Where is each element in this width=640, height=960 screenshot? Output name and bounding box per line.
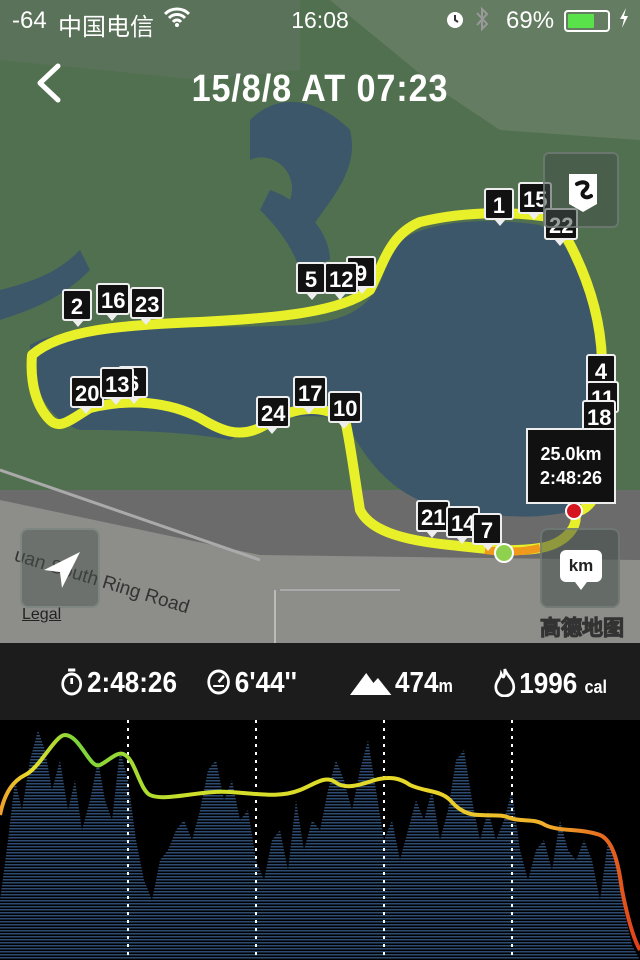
stats-bar: 2:48:26 6'44'' 474m 1996 cal xyxy=(0,643,640,720)
route-layer-icon xyxy=(569,174,597,212)
duration-value: 2:48:26 xyxy=(87,667,177,699)
km-marker[interactable]: 17 xyxy=(293,376,328,414)
calories-value: 1996 xyxy=(519,668,578,700)
start-point xyxy=(494,543,514,563)
battery-icon xyxy=(564,10,610,32)
chart-svg xyxy=(0,720,640,960)
elevation-unit: m xyxy=(438,676,453,696)
pace-stat: 6'44'' xyxy=(206,667,297,700)
elevation-value: 474 xyxy=(395,667,439,699)
unit-toggle-button[interactable]: km xyxy=(540,528,620,608)
km-marker[interactable]: 12 xyxy=(324,262,359,300)
km-marker[interactable]: 23 xyxy=(130,287,165,325)
km-marker[interactable]: 7 xyxy=(472,513,502,551)
calories-unit: cal xyxy=(584,677,608,697)
alarm-icon xyxy=(444,8,466,37)
km-marker[interactable]: 16 xyxy=(96,283,131,321)
tooltip-distance: 25.0km xyxy=(540,444,602,464)
km-marker[interactable]: 2 xyxy=(62,289,92,327)
pace-value: 6'44'' xyxy=(234,667,297,699)
charging-icon xyxy=(618,6,630,37)
end-point xyxy=(565,502,583,520)
locate-button[interactable] xyxy=(20,528,100,608)
mountain-icon xyxy=(350,673,392,695)
battery-percent: 69% xyxy=(506,7,555,34)
flame-icon xyxy=(494,668,516,698)
km-marker[interactable]: 5 xyxy=(296,262,326,300)
battery-fill xyxy=(568,14,594,28)
calories-stat: 1996 cal xyxy=(494,667,607,701)
legal-link[interactable]: Legal xyxy=(22,606,61,624)
location-arrow-icon xyxy=(44,552,80,588)
elevation-stat: 474m xyxy=(350,667,453,700)
km-marker[interactable]: 24 xyxy=(256,396,291,434)
finish-tooltip: 25.0km 2:48:26 xyxy=(526,428,616,504)
unit-label: km xyxy=(560,550,602,590)
status-bar: -64 中国电信 16:08 69% xyxy=(0,0,640,41)
km-marker[interactable]: 13 xyxy=(100,367,135,405)
duration-stat: 2:48:26 xyxy=(60,667,177,700)
speedometer-icon xyxy=(207,669,230,695)
km-marker[interactable]: 10 xyxy=(328,391,363,429)
km-marker[interactable]: 1 xyxy=(484,188,514,226)
stopwatch-icon xyxy=(61,668,83,696)
map-provider-logo: 高德地图 xyxy=(540,617,625,641)
page-title: 15/8/8 AT 07:23 xyxy=(191,68,449,110)
bluetooth-icon xyxy=(474,6,490,39)
pace-elevation-chart[interactable] xyxy=(0,720,640,960)
tooltip-duration: 2:48:26 xyxy=(539,468,603,488)
map-layer-button[interactable] xyxy=(543,152,619,228)
